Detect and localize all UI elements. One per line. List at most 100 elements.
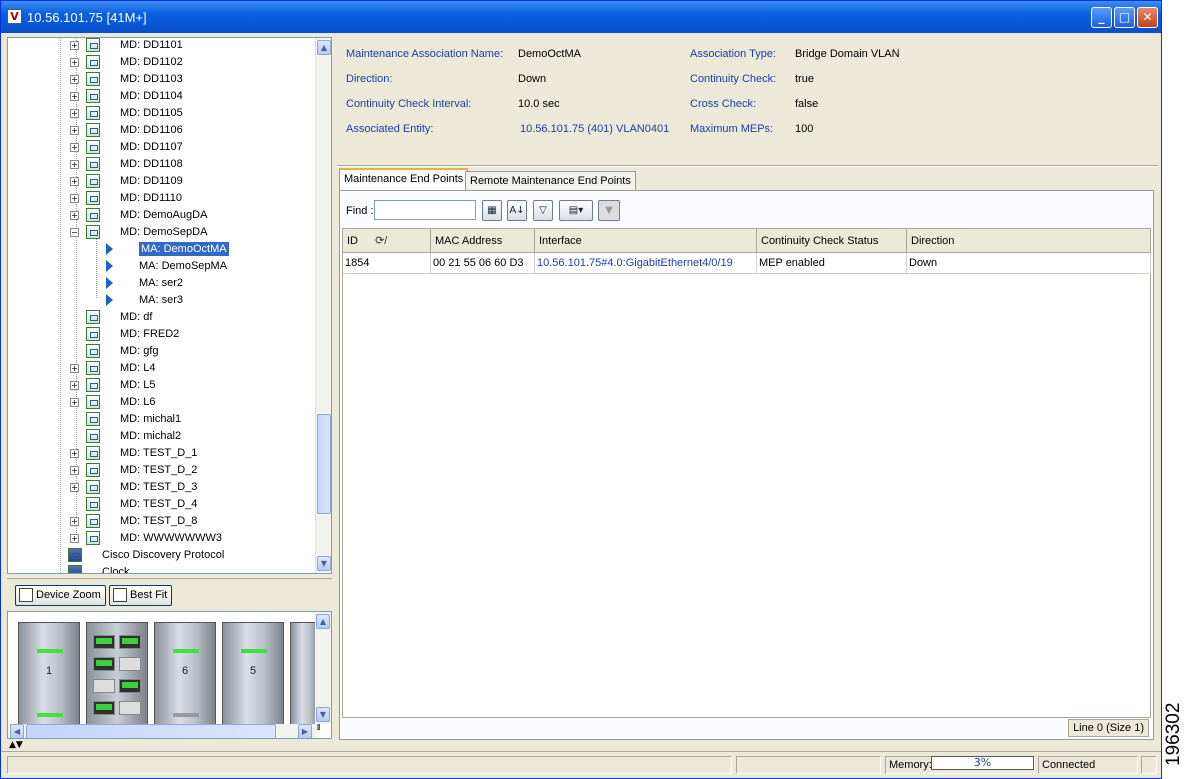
tree-node-md[interactable]: + MD: DemoAugDA [8,207,318,224]
tree-node-md[interactable]: MD: michal1 [8,411,318,428]
scroll-up-arrow-icon[interactable]: ▲ [317,40,331,55]
slot-number: 6 [181,665,189,677]
chassis-slot[interactable]: 1 [18,622,80,730]
tree-node-md[interactable]: + MD: DD1110 [8,190,318,207]
tree-node-md[interactable]: + MD: DD1109 [8,173,318,190]
expand-icon[interactable]: + [70,194,79,203]
cell-mac[interactable]: 00 21 55 06 60 D3 [431,253,535,274]
inventory-tree[interactable]: + MD: DD1101 + MD: DD1102 + MD: DD1103 + MD: DD… [7,37,332,574]
expand-icon[interactable]: + [70,466,79,475]
find-input[interactable] [374,200,476,220]
chassis-slot-cards[interactable] [86,622,148,730]
filter-icon[interactable]: ▽ [533,200,553,221]
device-hscrollbar[interactable]: ◀ ▶ [8,724,317,738]
device-view[interactable]: 1 6 5 ▲ ▼ ◀ ▶ [7,611,332,739]
expand-icon[interactable]: + [70,109,79,118]
tree-node-md[interactable]: + MD: DD1104 [8,88,318,105]
tab-remote-maintenance-end-points[interactable]: Remote Maintenance End Points [465,171,636,191]
expand-icon[interactable]: + [70,92,79,101]
scroll-left-arrow-icon[interactable]: ◀ [10,724,24,738]
expand-icon[interactable]: + [70,534,79,543]
expand-icon[interactable]: + [70,517,79,526]
tree-node-md[interactable]: + MD: DD1103 [8,71,318,88]
tree-node-md[interactable]: + MD: TEST_D_2 [8,462,318,479]
expand-icon[interactable]: + [70,211,79,220]
tree-scrollbar[interactable]: ▲ ▼ [315,38,331,573]
expand-icon[interactable]: + [70,143,79,152]
expand-icon[interactable]: + [70,160,79,169]
expand-icon[interactable]: + [70,177,79,186]
col-header-cc-status[interactable]: Continuity Check Status [757,229,907,253]
expand-icon[interactable]: + [70,41,79,50]
col-header-id[interactable]: ID ⟳/ [343,229,431,253]
col-header-mac[interactable]: MAC Address [431,229,535,253]
sort-az-icon[interactable]: A↓ [507,200,527,221]
tree-node-ma[interactable]: MA: ser2 [8,275,318,292]
best-fit-button[interactable]: Best Fit [109,585,173,606]
tree-node-md[interactable]: MD: TEST_D_4 [8,496,318,513]
expand-icon[interactable]: + [70,126,79,135]
tree-node-md[interactable]: + MD: L6 [8,394,318,411]
expand-icon[interactable]: + [70,75,79,84]
col-header-interface[interactable]: Interface [535,229,757,253]
tree-node-md[interactable]: + MD: DD1106 [8,122,318,139]
collapse-icon[interactable]: − [70,228,79,237]
scroll-thumb[interactable] [317,414,331,514]
maintenance-domain-icon [86,361,100,375]
expand-icon[interactable]: + [70,364,79,373]
tree-node-ma[interactable]: MA: ser3 [8,292,318,309]
tree-node-md[interactable]: + MD: DD1108 [8,156,318,173]
tree-node-ma[interactable]: MA: DemoSepMA [8,258,318,275]
tree-node-md[interactable]: MD: df [8,309,318,326]
tree-node-category[interactable]: Clock [8,564,318,573]
column-chooser-icon[interactable]: ▤▾ [559,200,593,221]
device-vscrollbar[interactable]: ▲ ▼ [315,612,331,724]
close-button[interactable]: ✕ [1137,7,1158,28]
resize-grip[interactable] [1141,756,1157,774]
split-arrows-icon[interactable]: ▲▼ [9,741,23,750]
cell-id[interactable]: 1854 [343,253,431,274]
maintenance-domain-icon [86,89,100,103]
tree-node-ma[interactable]: MA: DemoOctMA [8,241,318,258]
cell-cc-status[interactable]: MEP enabled [757,253,907,274]
maintenance-association-icon [106,277,116,289]
tree-node-md[interactable]: + MD: WWWWWWW3 [8,530,318,547]
tree-node-md[interactable]: MD: michal2 [8,428,318,445]
chassis-slot[interactable]: 5 [222,622,284,730]
tree-node-md[interactable]: + MD: TEST_D_1 [8,445,318,462]
device-zoom-button[interactable]: Device Zoom [15,585,106,606]
col-header-direction[interactable]: Direction [907,229,1151,253]
scroll-down-arrow-icon[interactable]: ▼ [317,556,331,571]
scroll-down-arrow-icon[interactable]: ▼ [316,707,330,722]
tree-node-md[interactable]: + MD: DD1101 [8,38,318,54]
maximize-button[interactable]: □ [1114,7,1135,28]
expand-icon[interactable]: + [70,483,79,492]
scroll-right-arrow-icon[interactable]: ▶ [298,724,312,738]
tree-node-md[interactable]: MD: gfg [8,343,318,360]
tree-node-md[interactable]: + MD: TEST_D_3 [8,479,318,496]
chassis-slot[interactable]: 6 [154,622,216,730]
tree-node-md[interactable]: + MD: L5 [8,377,318,394]
cell-interface-link[interactable]: 10.56.101.75#4.0:GigabitEthernet4/0/19 [535,253,757,274]
tree-node-md[interactable]: MD: FRED2 [8,326,318,343]
tree-node-md[interactable]: + MD: L4 [8,360,318,377]
cell-direction[interactable]: Down [907,253,1151,274]
tree-node-md[interactable]: − MD: DemoSepDA [8,224,318,241]
tree-node-category[interactable]: Cisco Discovery Protocol [8,547,318,564]
tab-maintenance-end-points[interactable]: Maintenance End Points [339,168,469,190]
assoc-type-value: Bridge Domain VLAN [795,48,900,60]
tree-node-md[interactable]: + MD: DD1105 [8,105,318,122]
expand-icon[interactable]: + [70,58,79,67]
tree-node-md[interactable]: + MD: DD1102 [8,54,318,71]
assoc-entity-link[interactable]: 10.56.101.75 (401) VLAN0401 [520,123,669,135]
expand-icon[interactable]: + [70,449,79,458]
title-bar[interactable]: V 10.56.101.75 [41M+] _ □ ✕ [1,1,1161,33]
hscroll-thumb[interactable] [26,724,276,738]
tree-node-md[interactable]: + MD: DD1107 [8,139,318,156]
scroll-up-arrow-icon[interactable]: ▲ [316,614,330,629]
expand-icon[interactable]: + [70,398,79,407]
expand-icon[interactable]: + [70,381,79,390]
tree-node-md[interactable]: + MD: TEST_D_8 [8,513,318,530]
save-table-icon[interactable]: ▦ [482,200,502,221]
minimize-button[interactable]: _ [1091,7,1112,28]
